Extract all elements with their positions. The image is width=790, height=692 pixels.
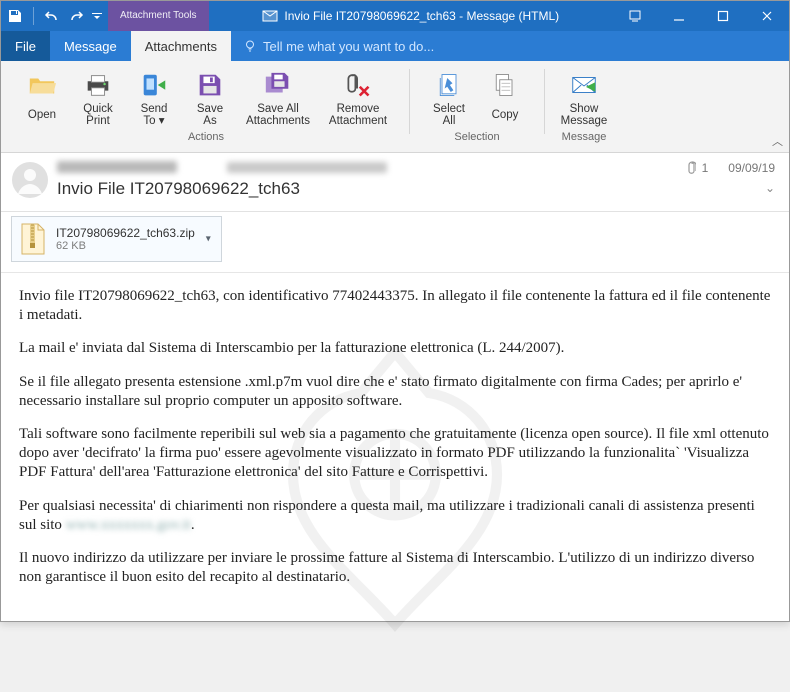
send-to-label: Send To ▾ xyxy=(141,101,168,127)
subject: Invio File IT20798069622_tch63 xyxy=(57,176,676,205)
outlook-message-window: Attachment Tools Invio File IT2079806962… xyxy=(0,0,790,622)
tab-file[interactable]: File xyxy=(1,31,50,61)
save-all-attachments-button[interactable]: Save All Attachments xyxy=(239,65,317,128)
mail-icon xyxy=(262,8,278,24)
contextual-tab-attachment-tools[interactable]: Attachment Tools xyxy=(108,1,209,31)
remove-attachment-icon xyxy=(342,69,374,101)
lightbulb-icon xyxy=(243,39,257,53)
received-date: 09/09/19 xyxy=(728,161,775,175)
chevron-down-icon[interactable]: ⌄ xyxy=(765,181,775,195)
copy-label: Copy xyxy=(492,101,519,127)
ribbon-group-actions: Open Quick Print Send To ▾ Save As Save … xyxy=(7,65,405,152)
body-paragraph: Per qualsiasi necessita' di chiarimenti … xyxy=(19,497,773,535)
attachment-count: 1 xyxy=(702,161,709,175)
save-as-icon xyxy=(194,69,226,101)
tell-me-search[interactable]: Tell me what you want to do... xyxy=(231,31,789,61)
body-paragraph: Se il file allegato presenta estensione … xyxy=(19,373,773,411)
window-title: Invio File IT20798069622_tch63 - Message… xyxy=(209,1,613,31)
ribbon-separator xyxy=(544,69,545,134)
send-to-button[interactable]: Send To ▾ xyxy=(127,65,181,128)
ribbon-group-message: Show Message Message xyxy=(549,65,619,152)
show-message-label: Show Message xyxy=(561,101,608,127)
remove-attachment-button[interactable]: Remove Attachment xyxy=(319,65,397,128)
message-body: Invio file IT20798069622_tch63, con iden… xyxy=(1,273,789,621)
group-label-actions: Actions xyxy=(188,128,224,147)
body-paragraph: Tali software sono facilmente reperibili… xyxy=(19,425,773,483)
close-button[interactable] xyxy=(745,1,789,31)
select-all-icon xyxy=(433,69,465,101)
open-button[interactable]: Open xyxy=(15,65,69,128)
ribbon-separator xyxy=(409,69,410,134)
save-as-button[interactable]: Save As xyxy=(183,65,237,128)
attachment-dropdown-icon[interactable]: ▾ xyxy=(202,232,215,247)
title-bar: Attachment Tools Invio File IT2079806962… xyxy=(1,1,789,31)
window-title-text: Invio File IT20798069622_tch63 - Message… xyxy=(284,9,559,23)
open-label: Open xyxy=(28,101,56,127)
redacted-url: www.xxxxxxx.gov.it xyxy=(66,516,191,535)
select-all-label: Select All xyxy=(433,101,465,127)
ribbon-group-selection: Select All Copy Selection xyxy=(414,65,540,152)
zip-file-icon xyxy=(18,222,48,256)
folder-open-icon xyxy=(26,69,58,101)
avatar xyxy=(11,161,49,199)
save-as-label: Save As xyxy=(197,101,223,127)
body-paragraph: La mail e' inviata dal Sistema di Inters… xyxy=(19,339,773,358)
quick-print-label: Quick Print xyxy=(83,101,112,127)
message-header: Invio File IT20798069622_tch63 1 09/09/1… xyxy=(1,153,789,212)
save-all-label: Save All Attachments xyxy=(246,101,310,127)
contextual-tab-label: Attachment Tools xyxy=(120,10,197,22)
copy-icon xyxy=(489,69,521,101)
group-label-message: Message xyxy=(562,128,607,147)
group-label-selection: Selection xyxy=(454,128,499,147)
ribbon: Open Quick Print Send To ▾ Save As Save … xyxy=(1,61,789,153)
attachment-chip[interactable]: IT20798069622_tch63.zip 62 KB ▾ xyxy=(11,216,222,262)
remove-attachment-label: Remove Attachment xyxy=(329,101,387,127)
from-address-redacted xyxy=(57,161,177,173)
show-message-button[interactable]: Show Message xyxy=(557,65,611,128)
save-all-icon xyxy=(262,69,294,101)
to-address-redacted xyxy=(227,162,387,173)
address-block: Invio File IT20798069622_tch63 xyxy=(57,161,676,205)
attachment-name: IT20798069622_tch63.zip xyxy=(56,226,195,240)
printer-icon xyxy=(82,69,114,101)
ribbon-tabs: File Message Attachments Tell me what yo… xyxy=(1,31,789,61)
copy-button[interactable]: Copy xyxy=(478,65,532,128)
tell-me-placeholder: Tell me what you want to do... xyxy=(263,39,434,54)
quick-print-button[interactable]: Quick Print xyxy=(71,65,125,128)
qat-customize-icon[interactable] xyxy=(92,8,102,24)
attachment-indicator-icon xyxy=(684,161,696,175)
show-message-icon xyxy=(568,69,600,101)
send-to-icon xyxy=(138,69,170,101)
select-all-button[interactable]: Select All xyxy=(422,65,476,128)
collapse-ribbon-icon[interactable]: ︿ xyxy=(772,133,783,149)
attachment-size: 62 KB xyxy=(56,240,195,252)
maximize-button[interactable] xyxy=(701,1,745,31)
minimize-button[interactable] xyxy=(657,1,701,31)
quick-access-toolbar xyxy=(1,1,108,31)
tab-message[interactable]: Message xyxy=(50,31,131,61)
body-paragraph: Il nuovo indirizzo da utilizzare per inv… xyxy=(19,549,773,587)
tab-attachments[interactable]: Attachments xyxy=(131,31,231,61)
body-paragraph: Invio file IT20798069622_tch63, con iden… xyxy=(19,287,773,325)
window-controls xyxy=(613,1,789,31)
save-icon[interactable] xyxy=(7,8,23,24)
undo-icon[interactable] xyxy=(44,8,60,24)
ribbon-display-options-icon[interactable] xyxy=(613,1,657,31)
redo-icon[interactable] xyxy=(68,8,84,24)
attachment-area: IT20798069622_tch63.zip 62 KB ▾ xyxy=(1,212,789,273)
